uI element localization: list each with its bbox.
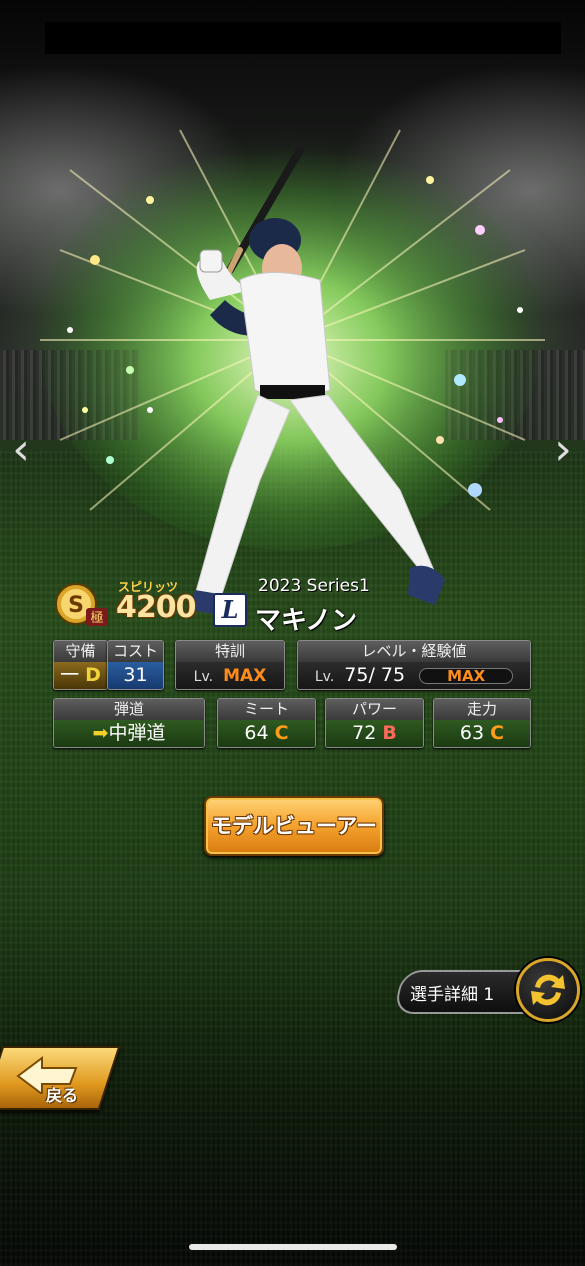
power-grade: B [382,722,397,744]
back-label[interactable]: 戻る [46,1082,78,1106]
cost-stat: コスト 31 [107,640,164,690]
level-exp-label: レベル・経験値 [298,641,530,662]
speed-grade: C [490,722,505,744]
level-lv: Lv. [314,669,335,685]
team-logo-letter: L [221,595,239,624]
contact-value: 64 [244,722,269,744]
chevron-right-icon[interactable]: › [546,426,580,474]
rank-sub: 極 [90,610,103,626]
trajectory-stat: 弾道 ➡中弾道 [53,698,205,748]
power-value: 72 [352,722,377,744]
cost-value: 31 [108,662,163,689]
power-stat: パワー 72 B [325,698,424,748]
contact-grade: C [274,722,289,744]
model-viewer-button[interactable]: モデルビューアー [204,796,384,856]
arrow-icon: ➡ [92,722,109,744]
player-detail-label[interactable]: 選手詳細 1 [410,980,494,1005]
power-value-box: 72 B [326,720,423,747]
player-image [190,146,445,615]
trajectory-label: 弾道 [54,699,204,720]
exp-value: MAX [447,666,486,685]
home-indicator[interactable] [189,1244,397,1250]
position-grade: D [85,664,101,686]
trajectory-value-box: ➡中弾道 [54,720,204,747]
contact-stat: ミート 64 C [217,698,316,748]
level-max: 75 [380,664,406,686]
position-label: 守備 [54,641,107,662]
special-training-value: MAX [223,666,267,686]
contact-value-box: 64 C [218,720,315,747]
series-label: 2023 Series1 [258,576,370,596]
swap-arrows-icon[interactable] [516,958,580,1022]
chevron-left-icon[interactable]: ‹ [4,426,38,474]
spirits-value: 4200 [116,590,196,625]
special-training-label: 特訓 [176,641,284,662]
exp-bar: MAX [419,667,514,685]
top-status-bar [45,22,561,54]
rank-badge-icon: S 極 [55,583,108,626]
team-logo: L [213,593,247,627]
level-exp-stat: レベル・経験値 Lv. 75/ 75 MAX [297,640,531,690]
power-label: パワー [326,699,423,720]
trajectory-value: 中弾道 [108,722,166,744]
level-exp-value-box: Lv. 75/ 75 MAX [298,662,530,689]
speed-value: 63 [459,722,485,744]
speed-value-box: 63 C [434,720,530,747]
position-value-box: 一 D [54,662,107,689]
rank-letter: S [68,593,84,618]
speed-stat: 走力 63 C [433,698,531,748]
special-training-stat: 特訓 Lv. MAX [175,640,285,690]
level-current: 75/ [344,664,375,686]
player-name: マキノン [255,606,358,636]
special-training-value-box: Lv. MAX [176,662,284,689]
position-stat: 守備 一 D [53,640,108,690]
position-value: 一 [60,664,80,686]
special-training-lv: Lv. [193,669,214,685]
contact-label: ミート [218,699,315,720]
speed-label: 走力 [434,699,530,720]
cost-label: コスト [108,641,163,662]
